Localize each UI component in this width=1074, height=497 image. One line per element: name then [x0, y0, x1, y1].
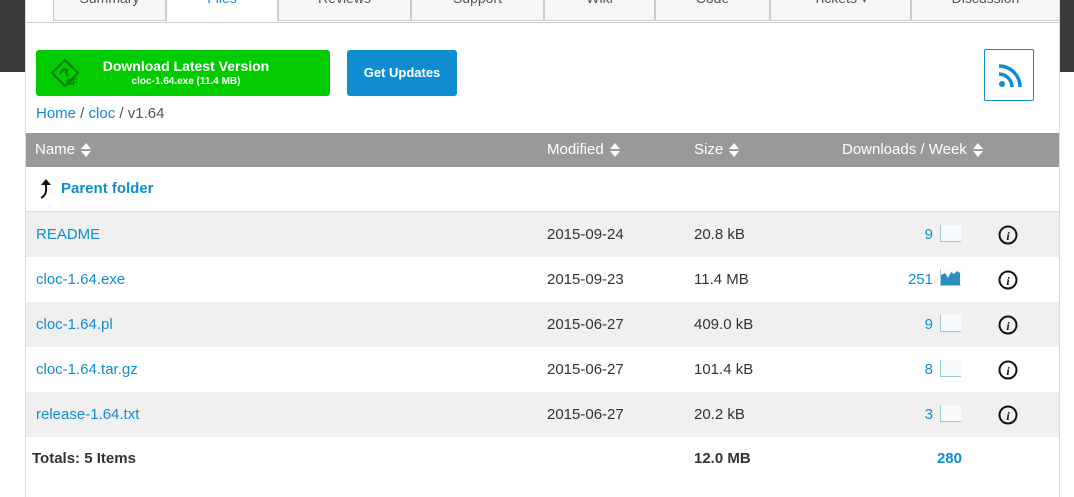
file-name-link[interactable]: cloc-1.64.tar.gz — [36, 347, 138, 392]
totals-row: Totals: 5 Items 12.0 MB 280 — [26, 437, 1059, 481]
info-icon[interactable]: i — [998, 315, 1018, 335]
file-size: 11.4 MB — [694, 271, 749, 288]
info-icon[interactable]: i — [998, 225, 1018, 245]
sparkline-icon[interactable] — [940, 225, 961, 242]
info-icon[interactable]: i — [998, 405, 1018, 425]
totals-label: Totals: 5 Items — [32, 450, 136, 467]
breadcrumb-home[interactable]: Home — [36, 105, 76, 122]
sparkline-icon[interactable] — [940, 269, 961, 286]
svg-text:i: i — [1006, 274, 1010, 288]
page-background-right — [1058, 0, 1074, 72]
column-header-modified[interactable]: Modified — [547, 133, 620, 167]
file-modified: 2015-06-27 — [547, 406, 624, 423]
tab-tickets[interactable]: Tickets ▾ — [770, 0, 911, 21]
file-modified: 2015-06-27 — [547, 361, 624, 378]
page-background-left — [0, 0, 25, 72]
tab-support[interactable]: Support — [411, 0, 544, 21]
parent-folder-link[interactable]: Parent folder — [61, 167, 154, 211]
tab-reviews[interactable]: Reviews — [278, 0, 411, 21]
parent-folder-row[interactable]: Parent folder — [26, 167, 1059, 212]
file-modified: 2015-09-24 — [547, 226, 624, 243]
file-name-link[interactable]: cloc-1.64.pl — [36, 302, 113, 347]
tab-summary[interactable]: Summary — [53, 0, 166, 21]
files-panel: Summary Files Reviews Support Wiki Code … — [25, 0, 1060, 497]
tab-discussion[interactable]: Discussion — [911, 0, 1059, 21]
sort-icon — [729, 143, 740, 158]
file-downloads[interactable]: 3 — [873, 392, 933, 437]
tab-code[interactable]: Code — [655, 0, 770, 21]
table-header: Name Modified Size Downloads / Week — [26, 133, 1059, 167]
tab-files[interactable]: Files — [166, 0, 278, 22]
download-subtitle: cloc-1.64.exe (11.4 MB) — [131, 76, 241, 87]
tab-wiki[interactable]: Wiki — [544, 0, 655, 21]
breadcrumb-separator: / — [76, 105, 89, 122]
breadcrumb-current: v1.64 — [127, 105, 165, 122]
rss-button[interactable] — [984, 49, 1034, 101]
get-updates-button[interactable]: Get Updates — [347, 50, 457, 96]
file-name-link[interactable]: cloc-1.64.exe — [36, 257, 125, 302]
file-modified: 2015-06-27 — [547, 316, 624, 333]
download-latest-button[interactable]: SF Download Latest Version cloc-1.64.exe… — [36, 50, 330, 96]
file-name-link[interactable]: README — [36, 212, 100, 257]
file-downloads[interactable]: 251 — [873, 257, 933, 302]
file-name-link[interactable]: release-1.64.txt — [36, 392, 139, 437]
file-modified: 2015-09-23 — [547, 271, 624, 288]
sort-icon — [609, 143, 620, 158]
table-row: cloc-1.64.exe 2015-09-23 11.4 MB 251 i — [26, 257, 1059, 302]
download-title: Download Latest Version — [102, 58, 270, 74]
svg-text:i: i — [1006, 319, 1010, 333]
file-size: 101.4 kB — [694, 361, 754, 378]
sparkline-icon[interactable] — [940, 360, 961, 377]
file-downloads[interactable]: 9 — [873, 302, 933, 347]
svg-text:i: i — [1006, 364, 1010, 378]
breadcrumb: Home / cloc / v1.64 — [36, 105, 164, 122]
breadcrumb-separator: / — [115, 105, 128, 122]
up-arrow-icon — [40, 179, 51, 199]
info-icon[interactable]: i — [998, 270, 1018, 290]
sort-icon — [972, 143, 983, 158]
sort-icon — [81, 143, 92, 158]
totals-size: 12.0 MB — [694, 450, 751, 467]
file-downloads[interactable]: 8 — [873, 347, 933, 392]
file-size: 409.0 kB — [694, 316, 754, 333]
project-tabs: Summary Files Reviews Support Wiki Code … — [26, 0, 1059, 23]
file-downloads[interactable]: 9 — [873, 212, 933, 257]
sparkline-icon[interactable] — [940, 405, 961, 422]
rss-icon — [998, 64, 1022, 88]
info-icon[interactable]: i — [998, 360, 1018, 380]
table-row: cloc-1.64.pl 2015-06-27 409.0 kB 9 i — [26, 302, 1059, 347]
svg-text:i: i — [1006, 409, 1010, 423]
breadcrumb-project[interactable]: cloc — [89, 105, 116, 122]
table-row: release-1.64.txt 2015-06-27 20.2 kB 3 i — [26, 392, 1059, 437]
column-header-downloads[interactable]: Downloads / Week — [842, 133, 983, 167]
file-size: 20.8 kB — [694, 226, 745, 243]
table-row: cloc-1.64.tar.gz 2015-06-27 101.4 kB 8 i — [26, 347, 1059, 392]
totals-downloads[interactable]: 280 — [902, 437, 962, 481]
column-header-size[interactable]: Size — [694, 133, 740, 167]
sparkline-icon[interactable] — [940, 315, 961, 332]
table-row: README 2015-09-24 20.8 kB 9 i — [26, 212, 1059, 257]
file-size: 20.2 kB — [694, 406, 745, 423]
svg-text:i: i — [1006, 229, 1010, 243]
column-header-name[interactable]: Name — [35, 133, 92, 167]
